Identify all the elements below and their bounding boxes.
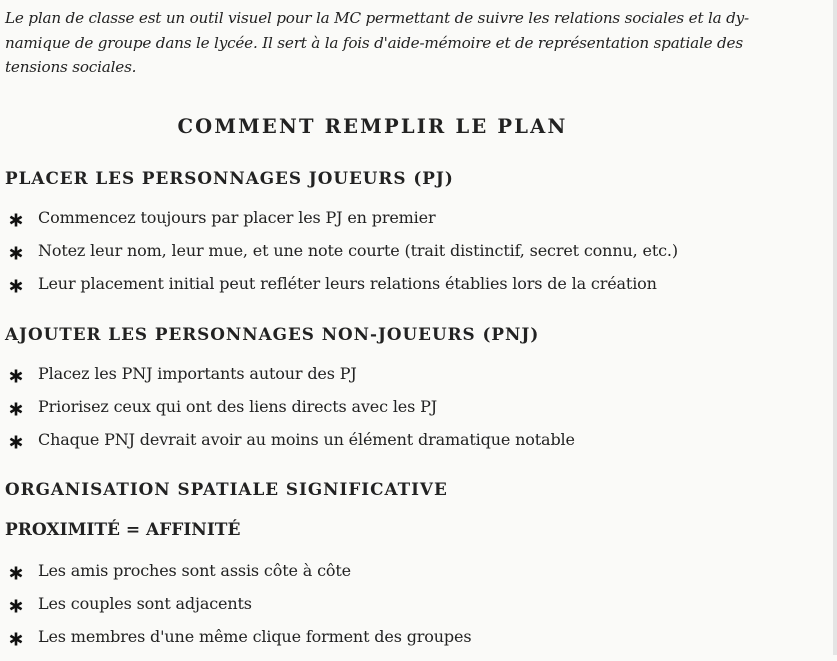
list-item-text: Commencez toujours par placer les PJ en … — [38, 208, 436, 227]
asterisk-icon — [9, 246, 23, 260]
asterisk-icon — [9, 213, 23, 227]
list-item-text: Chaque PNJ devrait avoir au moins un élé… — [38, 429, 575, 449]
section-heading-pj: PLACER LES PERSONNAGES JOUEURS (PJ) — [5, 168, 454, 188]
list-item-text: Leur placement initial peut refléter leu… — [38, 273, 657, 293]
list-item-text: Placez les PNJ importants autour des PJ — [38, 364, 357, 383]
page-title: COMMENT REMPLIR LE PLAN — [177, 115, 568, 138]
section-heading-pnj: AJOUTER LES PERSONNAGES NON-JOUEURS (PNJ… — [5, 324, 540, 344]
list-pj: Commencez toujours par placer les PJ en … — [5, 210, 678, 308]
list-item-text: Les couples sont adjacents — [38, 593, 252, 613]
asterisk-icon — [9, 279, 23, 293]
list-item: Chaque PNJ devrait avoir au moins un élé… — [5, 429, 575, 465]
list-item: Notez leur nom, leur mue, et une note co… — [5, 240, 678, 276]
list-item: Les membres d'une même clique forment de… — [5, 626, 472, 661]
asterisk-icon — [9, 402, 23, 416]
list-item: Les amis proches sont assis côte à côte — [5, 563, 471, 596]
list-item: Priorisez ceux qui ont des liens directs… — [5, 396, 575, 432]
asterisk-icon — [9, 566, 23, 580]
list-item: Les couples sont adjacents — [5, 593, 471, 629]
document-content: Le plan de classe est un outil visuel po… — [5, 6, 765, 646]
list-proximite: Les amis proches sont assis côte à côte … — [5, 563, 472, 661]
list-item: Leur placement initial peut refléter leu… — [5, 273, 678, 309]
list-item-text: Les membres d'une même clique forment de… — [38, 626, 472, 646]
asterisk-icon — [9, 435, 23, 449]
list-item-text: Les amis proches sont assis côte à côte — [38, 561, 351, 580]
section-heading-organisation: ORGANISATION SPATIALE SIGNIFICATIVE — [5, 479, 448, 499]
scrollbar[interactable] — [833, 0, 837, 655]
list-pnj: Placez les PNJ importants autour des PJ … — [5, 366, 575, 464]
asterisk-icon — [9, 632, 23, 646]
intro-paragraph: Le plan de classe est un outil visuel po… — [5, 9, 749, 76]
list-item: Commencez toujours par placer les PJ en … — [5, 210, 678, 243]
asterisk-icon — [9, 369, 23, 383]
list-item-text: Notez leur nom, leur mue, et une note co… — [38, 240, 678, 260]
subheading-proximite: PROXIMITÉ = AFFINITÉ — [5, 520, 241, 540]
list-item: Placez les PNJ importants autour des PJ — [5, 366, 575, 399]
asterisk-icon — [9, 599, 23, 613]
list-item-text: Priorisez ceux qui ont des liens directs… — [38, 396, 438, 416]
